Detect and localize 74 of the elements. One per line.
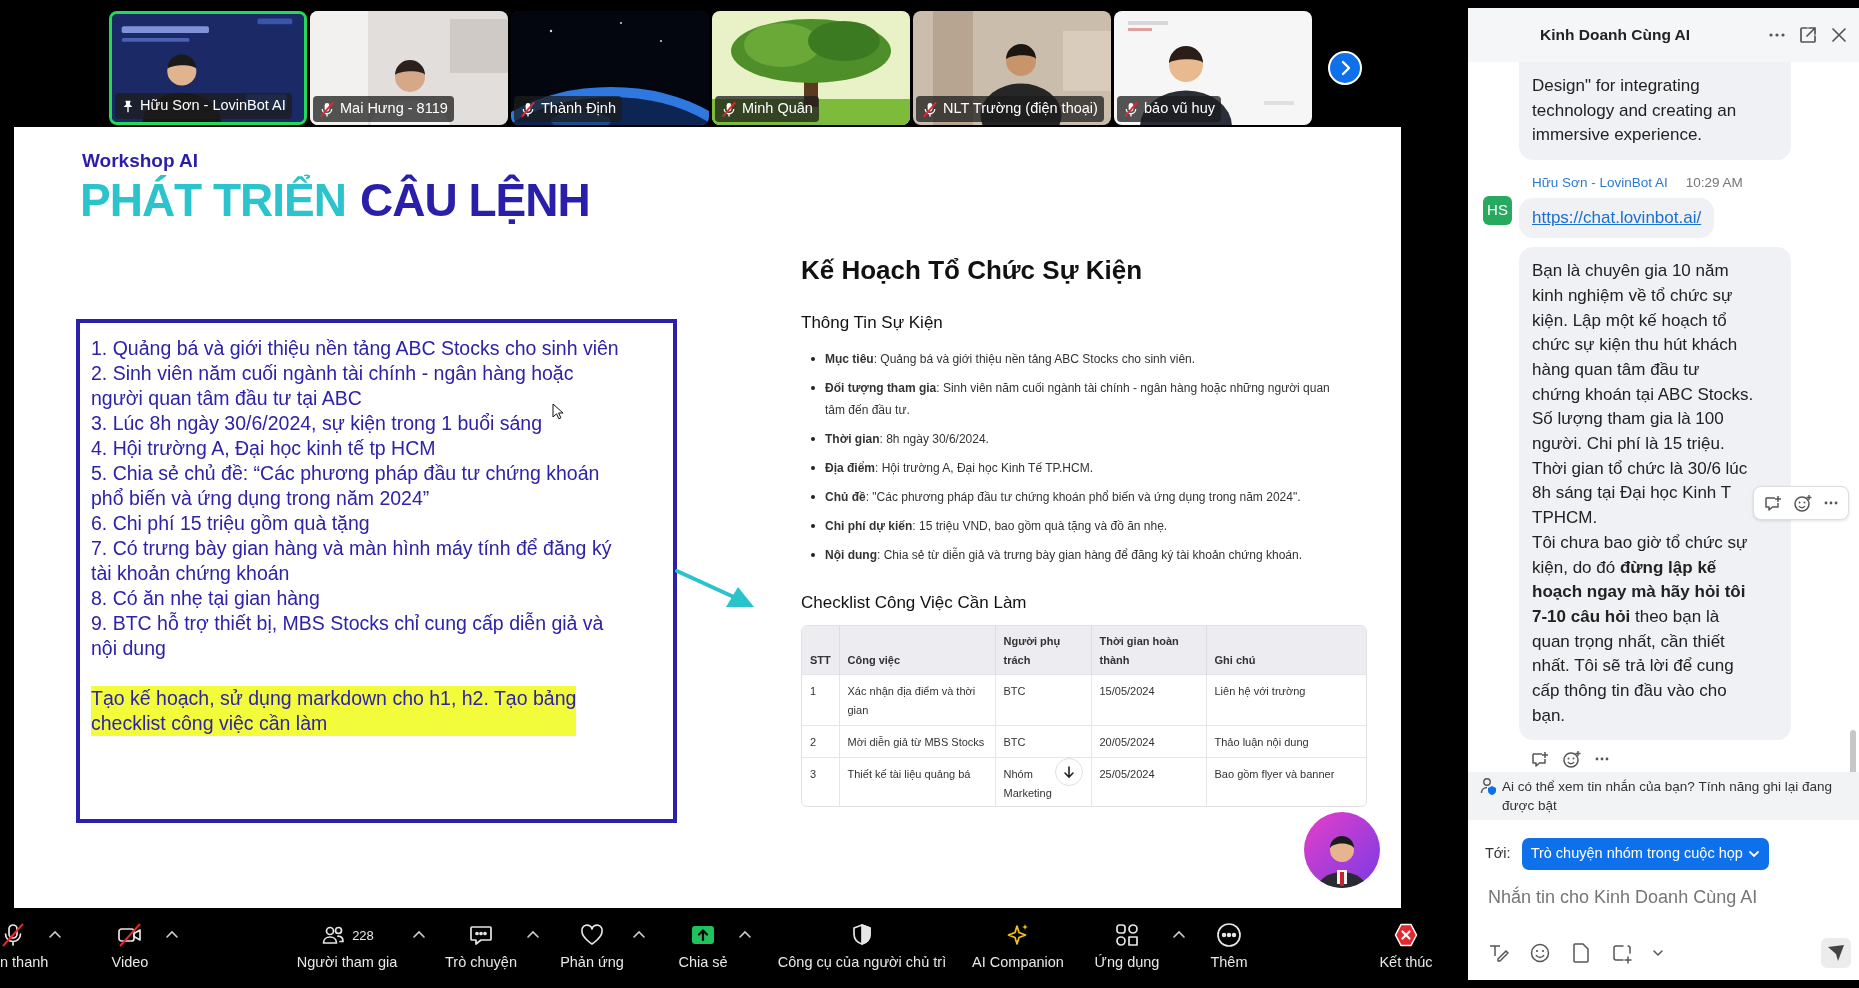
event-detail: Chi phí dự kiến: 15 triệu VND, bao gồm quà tặng và đồ ăn nhẹ. xyxy=(825,518,1168,535)
ai-companion-button[interactable]: AI Companion xyxy=(963,922,1073,971)
prompt-item: 6. Chi phí 15 triệu gồm quà tặng xyxy=(91,511,370,536)
table-cell: BTC xyxy=(995,725,1091,758)
table-cell: BTC xyxy=(995,674,1091,726)
chat-button[interactable]: Trò chuyện xyxy=(436,922,526,971)
prompt-item: 3. Lúc 8h ngày 30/6/2024, sự kiện trong 1 buổi sáng xyxy=(91,411,543,436)
participant-name: Thành Định xyxy=(541,99,616,119)
table-cell: Thiết kế tài liệu quảng bá xyxy=(839,757,995,806)
participant-name: Minh Quân xyxy=(742,99,813,119)
recipient-label: Tới: xyxy=(1485,844,1511,864)
header-cell: Thời gian hoàn thành xyxy=(1091,626,1206,675)
host-tools-button[interactable]: Công cụ của người chủ trì xyxy=(762,922,962,971)
video-tile[interactable]: Mai Hưng - 8119 xyxy=(310,11,508,125)
notice-text: Ai có thể xem tin nhắn của bạn? Tính năng ghi lại đang được bật xyxy=(1502,778,1832,816)
table-cell: 20/05/2024 xyxy=(1091,725,1206,758)
prompt-item: 7. Có trưng bày gian hàng và màn hình máy tính để đăng ký tài khoản chứng khoán xyxy=(91,536,612,586)
more-button[interactable]: Thêm xyxy=(1199,922,1259,971)
prompt-item: 8. Có ăn nhẹ tại gian hàng xyxy=(91,586,320,611)
prompt-item: 4. Hội trường A, Đại học kinh tế tp HCM xyxy=(91,436,436,461)
message-time: 10:29 AM xyxy=(1684,174,1743,193)
message-bubble: Design" for integrating technology and creating an immersive experience. xyxy=(1519,62,1791,161)
prompt-item: 2. Sinh viên năm cuối ngành tài chính - ngân hàng hoặc người quan tâm đầu tư tại ABC xyxy=(91,361,574,411)
table-cell: Mời diễn giả từ MBS Stocks xyxy=(839,725,995,758)
table-cell: Liên hệ với trường xyxy=(1206,674,1366,726)
event-detail: Địa điểm: Hội trường A, Đại học Kinh Tế TP.HCM. xyxy=(825,460,1093,477)
table-cell: 3 xyxy=(802,757,839,806)
video-tile[interactable]: Minh Quân xyxy=(712,11,910,125)
video-tile[interactable]: bảo vũ huy xyxy=(1114,11,1312,125)
recipient-dropdown[interactable]: Trò chuyện nhóm trong cuộc họp xyxy=(1521,838,1769,870)
table-cell: 2 xyxy=(802,725,839,758)
event-detail: Mục tiêu: Quảng bá và giới thiệu nền tảng ABC Stocks cho sinh viên. xyxy=(825,351,1196,368)
end-button[interactable]: Kết thúc xyxy=(1366,922,1446,971)
sender-name: Hữu Sơn - LovinBot AI xyxy=(1531,174,1668,193)
prompt-item: 5. Chia sẻ chủ đề: “Các phương pháp đầu tư chứng khoán phổ biến và ứng dụng trong năm 2024” xyxy=(91,461,600,511)
slide-subtitle: Workshop AI xyxy=(82,149,199,173)
video-tile[interactable]: Thành Định xyxy=(511,11,709,125)
header-cell: STT xyxy=(802,626,839,675)
plan-title: Kế Hoạch Tổ Chức Sự Kiện xyxy=(801,254,1143,286)
event-detail: Chủ đề: "Các phương pháp đầu tư chứng khoán phổ biến và ứng dụng trong năm 2024". xyxy=(825,489,1301,506)
participant-name: Hữu Sơn - LovinBot AI xyxy=(140,96,286,116)
prompt-item: 9. BTC hỗ trợ thiết bị, MBS Stocks chỉ cung cấp diễn giả và nội dung xyxy=(91,611,604,661)
header-cell: Người phụ trách xyxy=(995,626,1091,675)
video-tile[interactable]: Hữu Sơn - LovinBot AI xyxy=(109,11,307,125)
participant-name: Mai Hưng - 8119 xyxy=(340,99,448,119)
participants-button[interactable]: 228 Người tham gia xyxy=(282,922,412,971)
header-cell: Công việc xyxy=(839,626,995,675)
slide-title: PHÁT TRIỂN xyxy=(80,173,346,227)
apps-button[interactable]: Ứng dụng xyxy=(1082,922,1172,971)
participant-name: bảo vũ huy xyxy=(1144,99,1215,119)
participant-name: NLT Trường (điện thoại) xyxy=(943,99,1098,119)
avatar: HS xyxy=(1483,196,1512,226)
section-heading: Checklist Công Việc Cần Làm xyxy=(801,592,1027,614)
event-detail: Thời gian: 8h ngày 30/6/2024. xyxy=(825,431,989,448)
chat-title: Kinh Doanh Cùng AI xyxy=(1540,25,1691,46)
video-button[interactable]: Video xyxy=(95,922,165,971)
table-cell: Xác nhận địa điểm và thời gian xyxy=(839,674,995,726)
event-detail: Đối tượng tham gia: Sinh viên năm cuối ngành tài chính - ngân hàng hoặc những người quan tâm đến đầu tư. xyxy=(825,380,1330,419)
section-heading: Thông Tin Sự Kiện xyxy=(801,312,943,334)
slide-title: CÂU LỆNH xyxy=(360,173,590,227)
reactions-button[interactable]: Phản ứng xyxy=(552,922,632,971)
highlighted-instruction: Tạo kế hoạch, sử dụng markdown cho h1, h2. Tạo bảng checklist công việc cần làm xyxy=(91,686,577,736)
table-cell: 15/05/2024 xyxy=(1091,674,1206,726)
video-tile[interactable]: NLT Trường (điện thoại) xyxy=(913,11,1111,125)
header-cell: Ghi chú xyxy=(1206,626,1366,675)
table-cell: 1 xyxy=(802,674,839,726)
prompt-item: 1. Quảng bá và giới thiệu nền tảng ABC Stocks cho sinh viên xyxy=(91,336,619,361)
table-cell: Thảo luận nội dung xyxy=(1206,725,1366,758)
event-detail: Nội dung: Chia sẻ từ diễn giả và trưng bày gian hàng để đăng ký tài khoản chứng khoán. xyxy=(825,546,1303,564)
table-cell: 25/05/2024 xyxy=(1091,757,1206,806)
audio-button[interactable]: n thanh xyxy=(0,922,48,971)
share-button[interactable]: Chia sẻ xyxy=(668,922,738,971)
message-link[interactable]: https://chat.lovinbot.ai/ xyxy=(1532,208,1702,228)
table-cell: Bao gồm flyer và banner xyxy=(1206,757,1366,806)
